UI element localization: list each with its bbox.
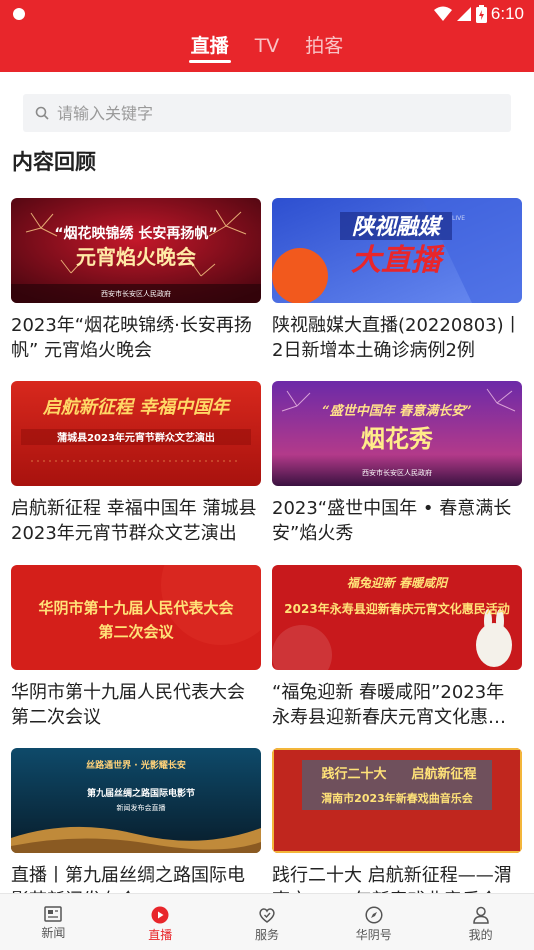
thumb-line: 华阴市第十九届人民代表大会 bbox=[38, 599, 233, 617]
status-bar: 6:10 bbox=[0, 0, 534, 28]
search-bar[interactable] bbox=[23, 94, 511, 132]
wifi-icon bbox=[433, 6, 452, 21]
thumb-line: 第二次会议 bbox=[98, 623, 174, 641]
search-icon bbox=[35, 106, 49, 120]
bottom-tab-label: 我的 bbox=[468, 928, 493, 942]
thumb-line: 元宵焰火晚会 bbox=[76, 245, 196, 269]
bottom-tab-label: 华阴号 bbox=[355, 928, 392, 942]
thumb-line: 新闻发布会直播 bbox=[117, 803, 166, 812]
card-title[interactable]: “福兔迎新 春暖咸阳”2023年永寿县迎新春庆元宵文化惠民活动 bbox=[272, 680, 522, 730]
card-title[interactable]: 2023年“烟花映锦绣·长安再扬帆” 元宵焰火晚会 bbox=[11, 313, 261, 363]
thumb-line: 烟花秀 bbox=[361, 424, 433, 453]
thumb-decor: LIVE bbox=[452, 215, 465, 222]
video-card[interactable]: 福兔迎新 春暖咸阳 2023年永寿县迎新春庆元宵文化惠民活动 “福兔迎新 春暖咸… bbox=[272, 565, 522, 730]
video-card[interactable]: “盛世中国年 春意满长安” 烟花秀 西安市长安区人民政府 2023“盛世中国年 … bbox=[272, 381, 522, 546]
video-card[interactable]: 华阴市第十九届人民代表大会 第二次会议 华阴市第十九届人民代表大会第二次会议 bbox=[11, 565, 261, 730]
notification-dot-icon bbox=[13, 8, 25, 20]
bottom-tab-live[interactable]: 直播 bbox=[107, 894, 214, 950]
thumb-line: 大直播 bbox=[351, 243, 445, 278]
thumb-line: 西安市长安区人民政府 bbox=[362, 468, 432, 477]
video-card[interactable]: “烟花映锦绣 长安再扬帆” 元宵焰火晚会 西安市长安区人民政府 2023年“烟花… bbox=[11, 198, 261, 363]
thumb-line: 启航新征程 幸福中国年 bbox=[42, 397, 232, 418]
video-thumbnail[interactable]: “烟花映锦绣 长安再扬帆” 元宵焰火晚会 西安市长安区人民政府 bbox=[11, 198, 261, 303]
bottom-tab-service[interactable]: 服务 bbox=[214, 894, 321, 950]
card-title[interactable]: 华阴市第十九届人民代表大会第二次会议 bbox=[11, 680, 261, 730]
video-card[interactable]: 启航新征程 幸福中国年 蒲城县2023年元宵节群众文艺演出 启航新征程 幸福中国… bbox=[11, 381, 261, 546]
live-play-icon bbox=[151, 906, 169, 924]
video-thumbnail[interactable]: 启航新征程 幸福中国年 蒲城县2023年元宵节群众文艺演出 bbox=[11, 381, 261, 486]
video-thumbnail[interactable]: 践行二十大 启航新征程 渭南市2023年新春戏曲音乐会 bbox=[272, 748, 522, 853]
battery-icon bbox=[475, 5, 487, 23]
video-thumbnail[interactable]: “盛世中国年 春意满长安” 烟花秀 西安市长安区人民政府 bbox=[272, 381, 522, 486]
video-card[interactable]: 陕视融媒 大直播 LIVE 陕视融媒大直播(20220803)丨 2日新增本土确… bbox=[272, 198, 522, 363]
video-card[interactable]: 践行二十大 启航新征程 渭南市2023年新春戏曲音乐会 践行二十大 启航新征程—… bbox=[272, 748, 522, 913]
news-icon bbox=[44, 906, 63, 922]
card-title[interactable]: 启航新征程 幸福中国年 蒲城县2023年元宵节群众文艺演出 bbox=[11, 496, 261, 546]
thumb-line: 陕视融媒 bbox=[352, 215, 444, 240]
thumb-line: 第九届丝绸之路国际电影节 bbox=[87, 787, 195, 799]
bottom-tab-huayin[interactable]: 华阴号 bbox=[320, 894, 427, 950]
thumb-line: 蒲城县2023年元宵节群众文艺演出 bbox=[57, 431, 215, 444]
thumb-line: 福兔迎新 春暖咸阳 bbox=[347, 576, 449, 590]
tab-paike[interactable]: 拍客 bbox=[303, 34, 345, 64]
bottom-tab-label: 新闻 bbox=[41, 926, 66, 940]
bottom-tab-bar: 新闻 直播 服务 华阴号 我的 bbox=[0, 893, 534, 950]
thumb-line: 2023年永寿县迎新春庆元宵文化惠民活动 bbox=[284, 601, 509, 616]
thumb-line: 启航新征程 bbox=[411, 766, 476, 782]
thumb-line: “盛世中国年 春意满长安” bbox=[322, 403, 471, 419]
bottom-tab-label: 服务 bbox=[254, 928, 279, 942]
video-thumbnail[interactable]: 丝路通世界 · 光影耀长安 第九届丝绸之路国际电影节 新闻发布会直播 bbox=[11, 748, 261, 853]
tab-tv[interactable]: TV bbox=[253, 34, 282, 64]
thumb-line: “烟花映锦绣 长安再扬帆” bbox=[54, 225, 217, 242]
tab-live[interactable]: 直播 bbox=[188, 34, 231, 64]
user-icon bbox=[472, 906, 489, 924]
status-time: 6:10 bbox=[490, 4, 524, 23]
signal-icon bbox=[456, 7, 471, 21]
bottom-tab-mine[interactable]: 我的 bbox=[427, 894, 534, 950]
card-title[interactable]: 2023“盛世中国年 • 春意满长安”焰火秀 bbox=[272, 496, 522, 546]
bottom-tab-label: 直播 bbox=[148, 928, 173, 942]
top-nav: 直播 TV 拍客 bbox=[0, 28, 534, 72]
bottom-tab-news[interactable]: 新闻 bbox=[0, 894, 107, 950]
video-thumbnail[interactable]: 陕视融媒 大直播 LIVE bbox=[272, 198, 522, 303]
card-title[interactable]: 陕视融媒大直播(20220803)丨 2日新增本土确诊病例2例 bbox=[272, 313, 522, 363]
thumb-line: 渭南市2023年新春戏曲音乐会 bbox=[321, 791, 474, 805]
video-card[interactable]: 丝路通世界 · 光影耀长安 第九届丝绸之路国际电影节 新闻发布会直播 直播丨第九… bbox=[11, 748, 261, 913]
search-input[interactable] bbox=[57, 103, 477, 123]
service-heart-icon bbox=[259, 908, 275, 923]
section-title: 内容回顾 bbox=[12, 150, 96, 174]
thumb-line: 西安市长安区人民政府 bbox=[101, 289, 171, 298]
thumb-line: 践行二十大 bbox=[321, 766, 386, 782]
video-thumbnail[interactable]: 华阴市第十九届人民代表大会 第二次会议 bbox=[11, 565, 261, 670]
compass-icon bbox=[365, 906, 383, 924]
thumb-line: 丝路通世界 · 光影耀长安 bbox=[86, 759, 186, 771]
status-icons: 6:10 bbox=[433, 4, 524, 24]
video-thumbnail[interactable]: 福兔迎新 春暖咸阳 2023年永寿县迎新春庆元宵文化惠民活动 bbox=[272, 565, 522, 670]
